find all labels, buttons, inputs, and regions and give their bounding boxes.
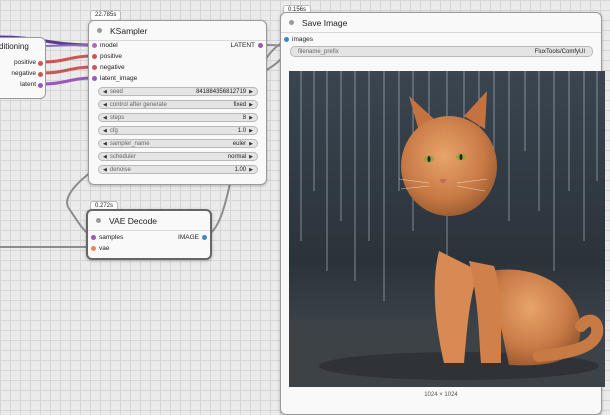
increment-arrow-icon[interactable]: ▶ xyxy=(249,128,253,134)
ksampler-node[interactable]: KSampler model positive negative latent_… xyxy=(88,20,267,185)
collapse-dot-icon[interactable] xyxy=(96,218,101,223)
control-after-generate-widget[interactable]: ◀ control after generate fixed ▶ xyxy=(98,100,258,109)
sampler-name-label: sampler_name xyxy=(109,140,150,147)
save-image-title: Save Image xyxy=(302,17,348,28)
vae-decode-title-bar[interactable]: VAE Decode xyxy=(88,211,210,231)
increment-arrow-icon[interactable]: ▶ xyxy=(249,167,253,173)
denoise-widget[interactable]: ◀ denoise 1.00 ▶ xyxy=(98,165,258,174)
preview-image xyxy=(289,71,605,387)
sampler-name-widget[interactable]: ◀ sampler_name euler ▶ xyxy=(98,139,258,148)
cfg-label: cfg xyxy=(109,127,118,134)
image-dimensions-caption: 1024 × 1024 xyxy=(424,392,458,398)
input-negative-label: negative xyxy=(100,64,125,71)
cat-in-rain-image xyxy=(289,71,605,387)
filename-prefix-value: FluxTools/ComfyUI xyxy=(534,48,585,55)
output-image-port[interactable] xyxy=(202,235,207,240)
denoise-label: denoise xyxy=(109,166,131,173)
vae-decode-node[interactable]: VAE Decode samples vae IMAGE xyxy=(86,209,212,260)
input-model-label: model xyxy=(100,42,118,49)
increment-arrow-icon[interactable]: ▶ xyxy=(249,102,253,108)
input-model-port[interactable] xyxy=(92,43,97,48)
save-image-node[interactable]: Save Image images filename_prefix FluxTo… xyxy=(280,12,605,415)
input-negative-port[interactable] xyxy=(92,65,97,70)
seed-widget[interactable]: ◀ seed 841884356812719 ▶ xyxy=(98,87,258,96)
save-image-title-bar[interactable]: Save Image xyxy=(281,13,601,33)
output-negative-label: negative xyxy=(11,70,36,77)
input-images-label: images xyxy=(292,36,313,43)
denoise-value: 1.00 xyxy=(234,166,247,173)
sampler-name-value: euler xyxy=(232,140,247,147)
wire-latent xyxy=(43,76,94,86)
control-after-generate-value: fixed xyxy=(233,101,247,108)
output-negative-port[interactable] xyxy=(38,72,43,77)
conditioning-node-title: ditioning xyxy=(0,42,29,51)
scheduler-value: normal xyxy=(227,153,247,160)
collapse-dot-icon[interactable] xyxy=(289,20,294,25)
output-latent-port[interactable] xyxy=(38,83,43,88)
output-latent-label: latent xyxy=(20,81,36,88)
scheduler-widget[interactable]: ◀ scheduler normal ▶ xyxy=(98,152,258,161)
collapse-dot-icon[interactable] xyxy=(97,28,102,33)
input-vae-label: vae xyxy=(99,245,110,252)
filename-prefix-label: filename_prefix xyxy=(298,48,339,55)
input-latent-image-port[interactable] xyxy=(92,76,97,81)
vae-decode-title: VAE Decode xyxy=(109,215,158,226)
ksampler-title: KSampler xyxy=(110,25,148,36)
steps-widget[interactable]: ◀ steps 8 ▶ xyxy=(98,113,258,122)
cfg-widget[interactable]: ◀ cfg 1.0 ▶ xyxy=(98,126,258,135)
increment-arrow-icon[interactable]: ▶ xyxy=(249,154,253,160)
cfg-value: 1.0 xyxy=(237,127,247,134)
input-vae-port[interactable] xyxy=(91,246,96,251)
seed-label: seed xyxy=(109,88,123,95)
seed-value: 841884356812719 xyxy=(196,88,247,95)
output-latent-label: LATENT xyxy=(230,42,255,49)
increment-arrow-icon[interactable]: ▶ xyxy=(249,89,253,95)
conditioning-node[interactable]: ditioning positive negative latent xyxy=(0,37,46,99)
output-image-label: IMAGE xyxy=(178,234,199,241)
steps-label: steps xyxy=(109,114,125,121)
output-latent-port[interactable] xyxy=(258,43,263,48)
ksampler-title-bar[interactable]: KSampler xyxy=(89,21,266,41)
input-images-port[interactable] xyxy=(284,37,289,42)
wire-positive xyxy=(43,54,94,64)
output-positive-label: positive xyxy=(13,59,36,66)
input-latent-image-label: latent_image xyxy=(100,75,138,82)
increment-arrow-icon[interactable]: ▶ xyxy=(249,115,253,121)
increment-arrow-icon[interactable]: ▶ xyxy=(249,141,253,147)
input-positive-port[interactable] xyxy=(92,54,97,59)
input-samples-label: samples xyxy=(99,234,124,241)
input-positive-label: positive xyxy=(100,53,123,60)
wire-negative xyxy=(43,65,94,75)
input-samples-port[interactable] xyxy=(91,235,96,240)
filename-prefix-widget[interactable]: filename_prefix FluxTools/ComfyUI xyxy=(290,46,593,57)
output-positive-port[interactable] xyxy=(38,61,43,66)
control-after-generate-label: control after generate xyxy=(109,101,167,108)
scheduler-label: scheduler xyxy=(109,153,136,160)
